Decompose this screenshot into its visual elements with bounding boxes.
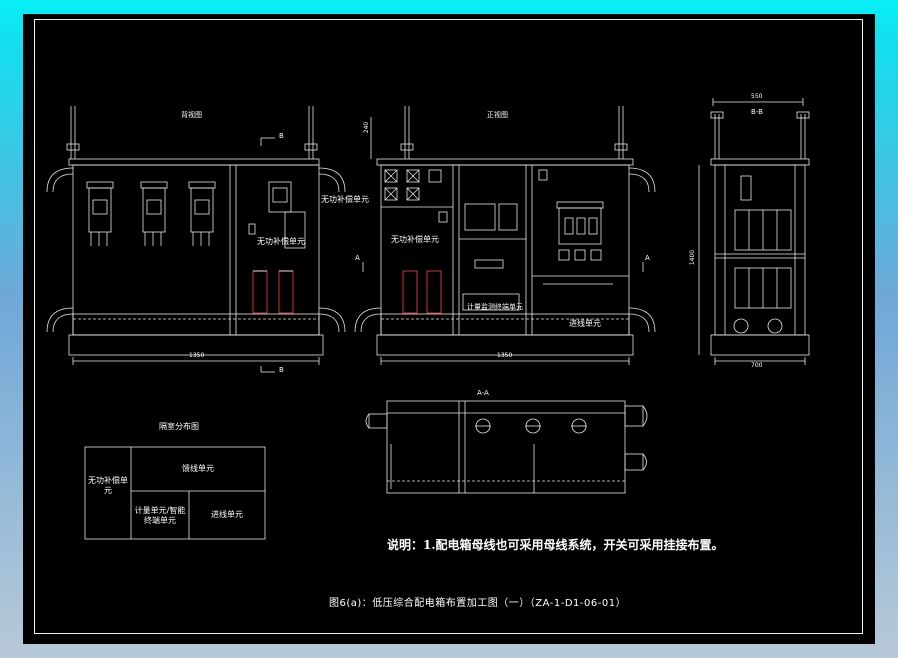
section-a-left: A — [355, 254, 360, 262]
layout-cell-top-right: 馈线单元 — [182, 464, 214, 473]
layout-title: 隔室分布图 — [159, 422, 199, 431]
layout-cell-bottom-mid: 计量单元/智能终端单元 — [134, 506, 186, 525]
aa-view-title: A-A — [477, 389, 489, 397]
side-height-dim: 240 — [363, 121, 371, 134]
cap-unit-label-side: 无功补偿单元 — [391, 235, 439, 244]
side-view-title: 正视图 — [487, 111, 508, 119]
section-a-right: A — [645, 254, 650, 262]
front-view-title: 背视图 — [181, 111, 202, 119]
cap-unit-label-front-inner: 无功补偿单元 — [257, 237, 305, 246]
bb-view — [698, 98, 810, 365]
cap-unit-label-front: 无功补偿单元 — [321, 195, 369, 204]
layout-cell-bottom-right: 进线单元 — [211, 510, 243, 519]
bb-top-dim: 550 — [751, 93, 763, 100]
section-b-bottom: B — [279, 366, 284, 374]
section-b-top: B — [279, 132, 284, 140]
front-width-dim: 1350 — [189, 352, 205, 359]
outgoing-unit-label: 进线单元 — [569, 319, 601, 328]
drawing-caption: 图6(a)：低压综合配电箱布置加工图（一）（ZA-1-D1-06-01） — [329, 598, 627, 609]
bb-view-title: B-B — [751, 108, 763, 116]
side-width-dim: 1350 — [497, 352, 513, 359]
layout-cell-left: 无功补偿单元 — [88, 476, 128, 495]
bb-bottom-dim: 700 — [751, 362, 763, 369]
drawing-note: 说明：1.配电箱母线也可采用母线系统，开关可采用挂接布置。 — [387, 538, 724, 552]
meter-unit-label: 计量监测终端单元 — [467, 303, 523, 311]
drawing-canvas: 背视图 正视图 B-B A-A 隔室分布图 无功补偿单元 无功补偿单元 无功补偿… — [23, 14, 875, 644]
bb-height-dim: 1400 — [689, 249, 697, 266]
aa-view — [365, 400, 648, 494]
